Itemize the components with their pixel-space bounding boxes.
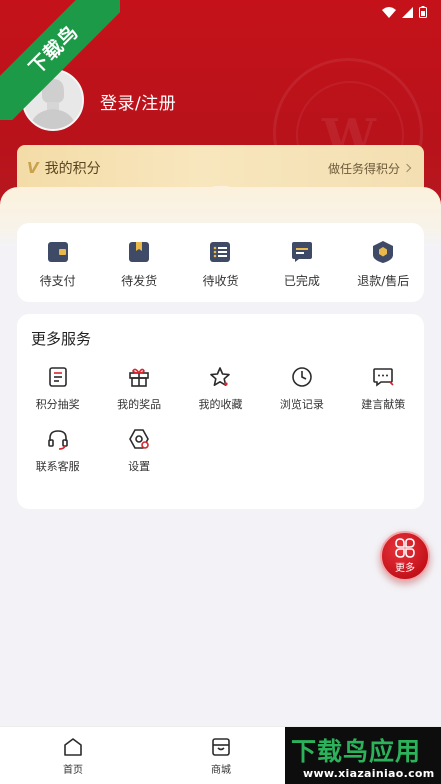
order-completed[interactable]: 已完成 — [262, 240, 342, 289]
more-floating-button[interactable]: 更多 — [380, 531, 430, 581]
message-square-icon — [291, 242, 312, 262]
star-icon — [210, 367, 231, 386]
service-suggestions[interactable]: 建言献策 — [343, 366, 424, 412]
order-label: 已完成 — [283, 274, 320, 288]
order-label: 待收货 — [202, 274, 239, 288]
wifi-icon — [382, 6, 396, 18]
service-label: 设置 — [128, 460, 151, 473]
service-browse-history[interactable]: 浏览记录 — [261, 366, 342, 412]
nav-label: 商城 — [211, 765, 231, 776]
clock-icon — [292, 367, 312, 387]
service-my-favorites[interactable]: 我的收藏 — [180, 366, 261, 412]
order-label: 待支付 — [39, 274, 76, 288]
nav-store[interactable]: 商城 — [191, 737, 251, 776]
corner-watermark: 下载鸟 — [0, 0, 120, 120]
status-bar — [382, 6, 427, 18]
nav-label: 首页 — [63, 765, 83, 776]
order-refund-aftersales[interactable]: 退款/售后 — [343, 240, 423, 289]
more-services-card: 更多服务 积分抽奖 我的奖品 我的收藏 浏览记录 建言献策 联系客服 设置 — [17, 314, 424, 509]
service-points-lottery[interactable]: 积分抽奖 — [17, 366, 98, 412]
document-icon — [48, 367, 67, 387]
watermark-title: 下载鸟应用 — [291, 737, 422, 766]
bookmark-box-icon — [129, 242, 150, 262]
watermark-ribbon-text: 下载鸟 — [0, 0, 120, 120]
points-label: 我的积分 — [44, 161, 101, 177]
earn-points-label: 做任务得积分 — [327, 161, 400, 176]
list-icon — [210, 242, 231, 262]
order-pending-shipment[interactable]: 待发货 — [99, 240, 179, 289]
chat-bubble-icon — [373, 368, 394, 387]
service-label: 浏览记录 — [279, 398, 324, 411]
points-v-icon: V — [27, 159, 39, 177]
service-label: 我的奖品 — [117, 398, 162, 411]
signal-icon — [402, 6, 413, 18]
order-pending-receipt[interactable]: 待收货 — [180, 240, 260, 289]
nav-home[interactable]: 首页 — [43, 737, 103, 776]
service-settings[interactable]: 设置 — [98, 428, 179, 474]
watermark-url: www.xiazainiao.com — [303, 767, 435, 780]
cream-notch — [206, 186, 236, 196]
chevron-right-icon — [402, 163, 412, 173]
shield-hex-icon — [373, 241, 394, 263]
earn-points-link[interactable]: 做任务得积分 — [327, 160, 412, 177]
service-label: 积分抽奖 — [35, 398, 80, 411]
store-icon — [212, 738, 230, 756]
service-label: 我的收藏 — [198, 398, 243, 411]
order-label: 待发货 — [121, 274, 158, 288]
more-label: 更多 — [395, 563, 415, 574]
battery-icon — [419, 6, 427, 18]
services-title: 更多服务 — [31, 330, 92, 348]
settings-icon — [129, 429, 149, 449]
headset-icon — [47, 430, 68, 450]
home-icon — [64, 738, 82, 756]
orders-card: 待支付 待发货 待收货 已完成 退款/售后 — [17, 223, 424, 302]
watermark-banner: 下载鸟应用 www.xiazainiao.com — [285, 727, 441, 784]
four-leaf-icon — [395, 538, 415, 558]
service-my-prizes[interactable]: 我的奖品 — [98, 366, 179, 412]
service-label: 建言献策 — [361, 398, 406, 411]
points-card[interactable]: V 我的积分 做任务得积分 — [17, 145, 424, 191]
order-label: 退款/售后 — [357, 274, 410, 288]
service-contact-support[interactable]: 联系客服 — [17, 428, 98, 474]
gift-icon — [129, 368, 149, 387]
wallet-icon — [47, 242, 68, 262]
order-pending-payment[interactable]: 待支付 — [18, 240, 98, 289]
service-label: 联系客服 — [35, 460, 80, 473]
